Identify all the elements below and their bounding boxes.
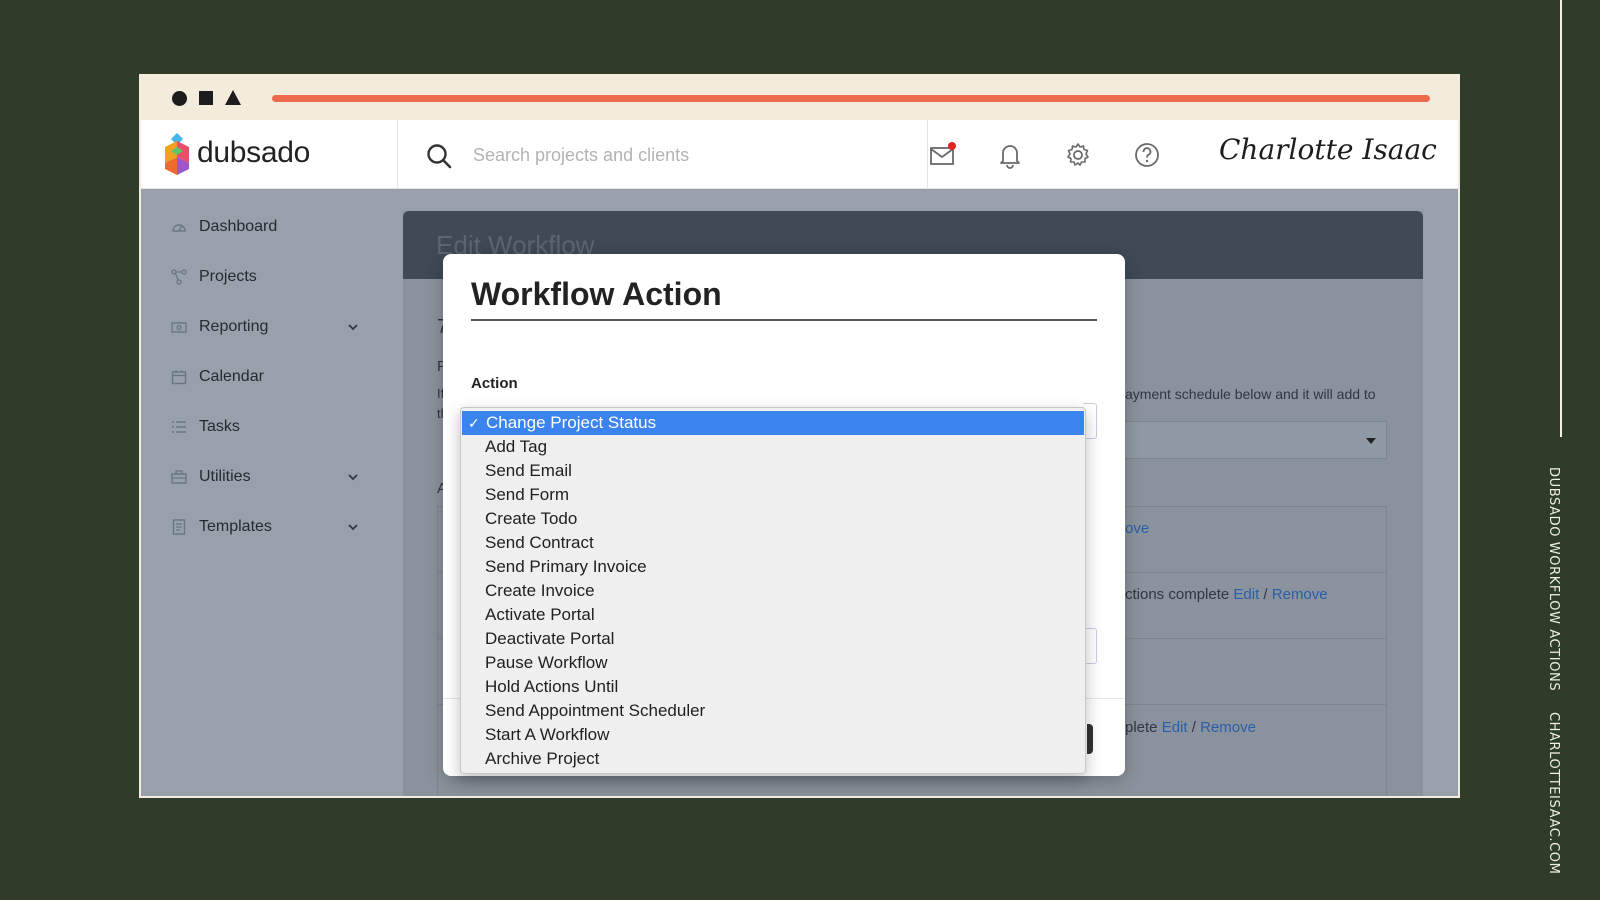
calendar-icon	[171, 370, 187, 385]
decorative-line	[1560, 0, 1562, 437]
logo-text[interactable]: dubsado	[197, 136, 310, 170]
save-button[interactable]	[1087, 724, 1093, 754]
link-separator: /	[1191, 719, 1196, 736]
remove-link[interactable]: Remove	[1200, 719, 1256, 736]
edit-link[interactable]: Edit	[1162, 719, 1188, 736]
modal-title: Workflow Action	[471, 276, 722, 312]
user-signature[interactable]: Charlotte Isaac	[1219, 133, 1437, 166]
templates-icon	[172, 519, 186, 535]
mail-icon[interactable]	[929, 141, 957, 169]
sidebar-item-utilities[interactable]: Utilities	[141, 455, 397, 499]
chevron-down-icon[interactable]	[347, 471, 359, 483]
sidebar: Dashboard Projects Reporting Calendar Ta…	[141, 189, 397, 796]
sidebar-item-label: Utilities	[199, 468, 251, 485]
projects-icon	[171, 269, 187, 285]
action-option-start-a-workflow[interactable]: Start A Workflow	[461, 723, 1085, 747]
app-window: dubsado Search projects and clients Char…	[141, 120, 1458, 796]
header-divider	[397, 120, 398, 189]
sidebar-item-tasks[interactable]: Tasks	[141, 405, 397, 449]
action-option-pause-workflow[interactable]: Pause Workflow	[461, 651, 1085, 675]
action-dropdown-list[interactable]: ✓ Change Project Status Add Tag Send Ema…	[460, 407, 1086, 774]
action-option-send-form[interactable]: Send Form	[461, 483, 1085, 507]
sidebar-item-label: Projects	[199, 268, 257, 285]
action-option-hold-actions-until[interactable]: Hold Actions Until	[461, 675, 1085, 699]
edit-link[interactable]: Edit	[1233, 586, 1259, 603]
caret-down-icon	[1366, 438, 1376, 444]
side-caption-title: DUBSADO WORKFLOW ACTIONS	[1546, 467, 1561, 692]
help-icon[interactable]	[1133, 141, 1161, 169]
chevron-down-icon[interactable]	[347, 521, 359, 533]
utilities-icon	[171, 470, 187, 484]
sidebar-item-label: Templates	[199, 518, 272, 535]
tasks-icon	[172, 421, 186, 433]
gear-icon[interactable]	[1064, 141, 1092, 169]
payment-schedule-text: ayment schedule below and it will add to	[1125, 386, 1376, 402]
circle-shape-icon	[172, 91, 187, 106]
search-icon[interactable]	[426, 143, 452, 169]
sidebar-item-reporting[interactable]: Reporting	[141, 305, 397, 349]
dubsado-logo-icon[interactable]	[163, 133, 191, 175]
top-header: dubsado Search projects and clients Char…	[141, 120, 1458, 189]
table-row-text: plete Edit / Remove	[1125, 719, 1256, 736]
action-option-send-contract[interactable]: Send Contract	[461, 531, 1085, 555]
sidebar-item-label: Tasks	[199, 418, 240, 435]
action-option-create-invoice[interactable]: Create Invoice	[461, 579, 1085, 603]
table-row-text: ctions complete Edit / Remove	[1125, 586, 1328, 603]
chevron-down-icon[interactable]	[347, 321, 359, 333]
action-label: Action	[471, 375, 518, 392]
frame-toolbar	[141, 76, 1458, 120]
side-caption: DUBSADO WORKFLOW ACTIONS CHARLOTTEISAAC.…	[1546, 467, 1561, 890]
sidebar-item-label: Reporting	[199, 318, 269, 335]
action-option-archive-project[interactable]: Archive Project	[461, 747, 1085, 771]
action-option-create-todo[interactable]: Create Todo	[461, 507, 1085, 531]
row-status-text: plete	[1125, 719, 1158, 736]
checkmark-icon: ✓	[468, 415, 480, 431]
title-divider	[471, 319, 1097, 321]
action-option-add-tag[interactable]: Add Tag	[461, 435, 1085, 459]
browser-frame: dubsado Search projects and clients Char…	[139, 74, 1460, 798]
reporting-icon	[171, 322, 187, 333]
bell-icon[interactable]	[996, 141, 1024, 169]
progress-bar	[272, 95, 1430, 102]
sidebar-item-projects[interactable]: Projects	[141, 255, 397, 299]
sidebar-item-templates[interactable]: Templates	[141, 505, 397, 549]
sidebar-item-label: Dashboard	[199, 218, 278, 235]
background-select[interactable]	[1121, 421, 1387, 459]
action-option-change-project-status[interactable]: ✓ Change Project Status	[462, 411, 1084, 435]
sidebar-item-calendar[interactable]: Calendar	[141, 355, 397, 399]
sidebar-item-label: Calendar	[199, 368, 264, 385]
remove-link[interactable]: Remove	[1272, 586, 1328, 603]
action-option-send-email[interactable]: Send Email	[461, 459, 1085, 483]
remove-link[interactable]: ove	[1125, 520, 1149, 537]
link-separator: /	[1263, 586, 1268, 603]
option-label: Change Project Status	[486, 413, 657, 432]
triangle-shape-icon	[225, 90, 241, 105]
sidebar-item-dashboard[interactable]: Dashboard	[141, 205, 397, 249]
square-shape-icon	[199, 91, 213, 105]
action-option-activate-portal[interactable]: Activate Portal	[461, 603, 1085, 627]
header-divider	[927, 120, 928, 189]
remove-link-fragment[interactable]: ove	[1125, 520, 1149, 537]
action-option-send-appointment-scheduler[interactable]: Send Appointment Scheduler	[461, 699, 1085, 723]
search-input[interactable]	[473, 140, 893, 170]
action-option-send-primary-invoice[interactable]: Send Primary Invoice	[461, 555, 1085, 579]
row-status-text: ctions complete	[1125, 586, 1230, 603]
action-option-deactivate-portal[interactable]: Deactivate Portal	[461, 627, 1085, 651]
side-caption-site: CHARLOTTEISAAC.COM	[1546, 711, 1561, 875]
dashboard-icon	[172, 224, 186, 232]
